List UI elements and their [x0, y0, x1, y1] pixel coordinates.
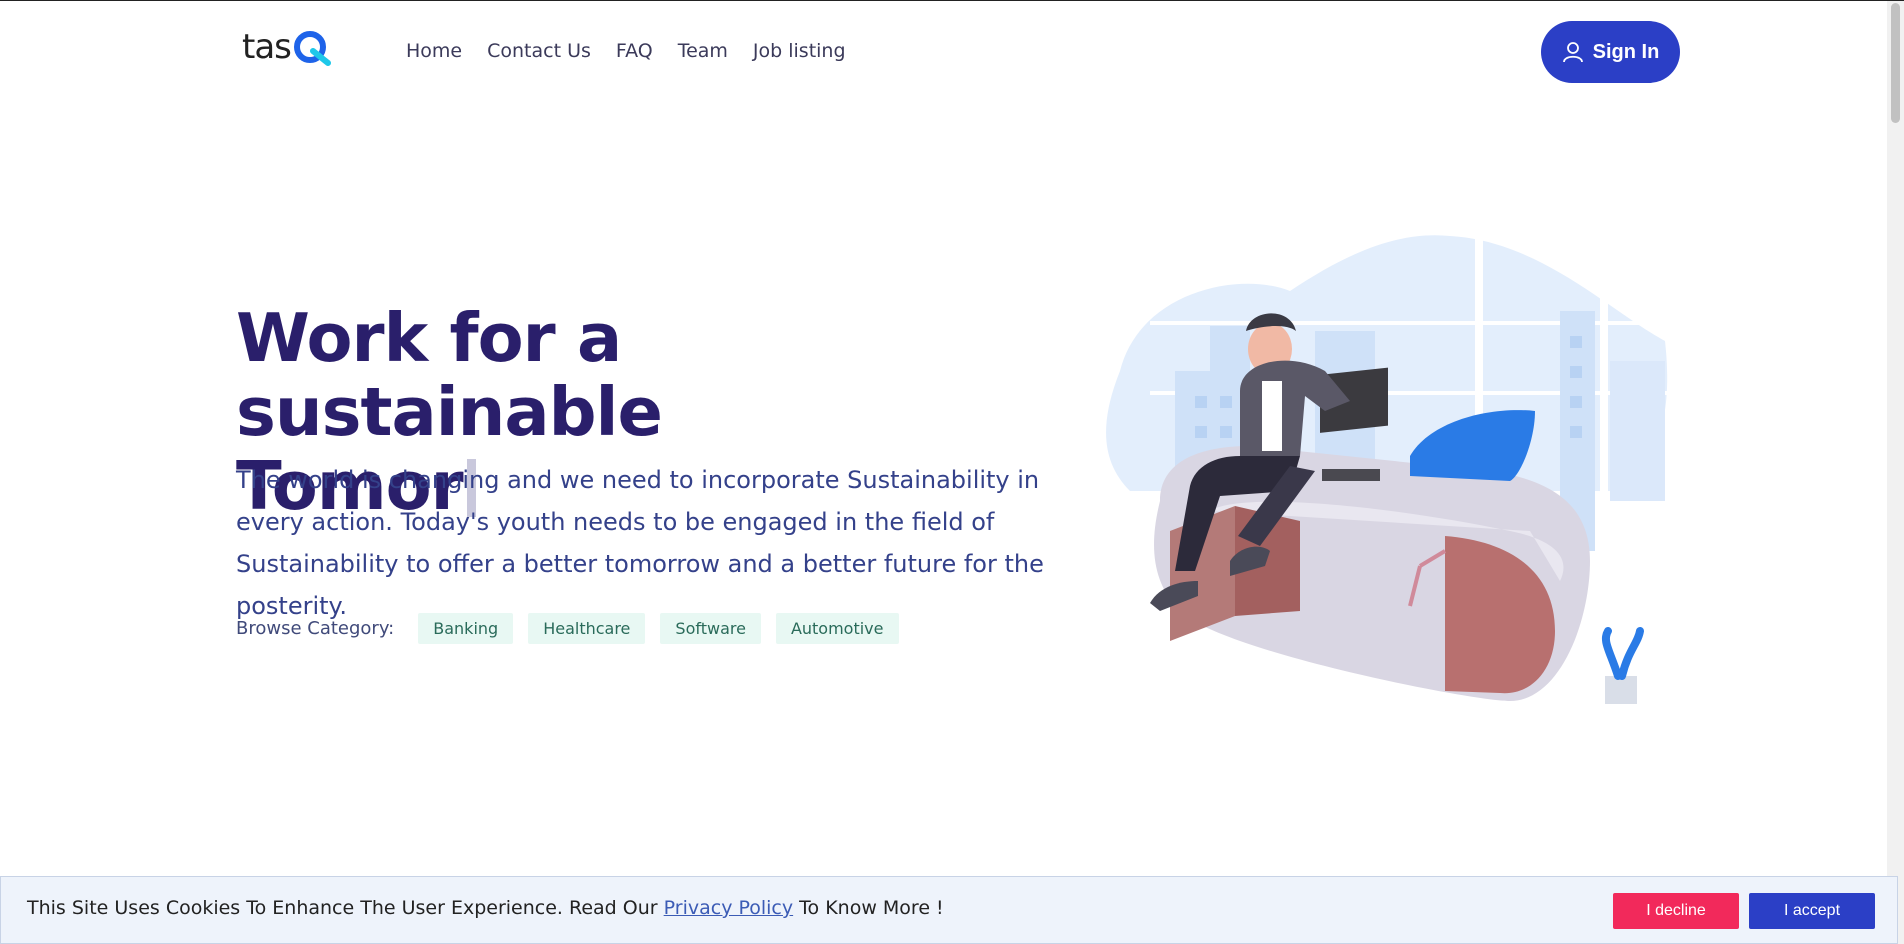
- logo[interactable]: tas: [242, 27, 332, 67]
- privacy-policy-link[interactable]: Privacy Policy: [664, 897, 793, 919]
- accept-button[interactable]: I accept: [1749, 893, 1875, 929]
- browse-category: Browse Category: Banking Healthcare Soft…: [236, 613, 914, 644]
- category-healthcare[interactable]: Healthcare: [528, 613, 646, 644]
- category-automotive[interactable]: Automotive: [775, 613, 899, 644]
- hero-illustration: [1106, 231, 1670, 704]
- category-software[interactable]: Software: [660, 613, 761, 644]
- user-icon: [1562, 42, 1583, 63]
- nav-team[interactable]: Team: [678, 37, 728, 65]
- scrollbar[interactable]: [1887, 1, 1904, 944]
- decline-button[interactable]: I decline: [1613, 893, 1739, 929]
- browse-label: Browse Category:: [236, 618, 395, 639]
- hero-title-line1: Work for a sustainable: [236, 299, 663, 451]
- hero-description: The world is changing and we need to inc…: [236, 466, 1044, 620]
- cookie-message: This Site Uses Cookies To Enhance The Us…: [27, 897, 658, 919]
- category-banking[interactable]: Banking: [418, 613, 514, 644]
- cookie-text: This Site Uses Cookies To Enhance The Us…: [27, 897, 944, 919]
- cookie-banner: This Site Uses Cookies To Enhance The Us…: [0, 876, 1898, 944]
- nav-faq[interactable]: FAQ: [616, 37, 653, 65]
- nav-home[interactable]: Home: [406, 37, 462, 65]
- nav-job-listing[interactable]: Job listing: [753, 37, 846, 65]
- site-header: tas Home Contact Us FAQ Team Job listing…: [0, 1, 1887, 101]
- logo-q-icon: [293, 31, 331, 66]
- logo-text: tas: [242, 27, 292, 67]
- nav-contact-us[interactable]: Contact Us: [487, 37, 591, 65]
- sign-in-button[interactable]: Sign In: [1541, 21, 1680, 83]
- main-nav: Home Contact Us FAQ Team Job listing: [406, 37, 871, 65]
- sign-in-label: Sign In: [1592, 40, 1660, 63]
- cookie-message-end: To Know More !: [799, 897, 944, 919]
- scrollbar-thumb[interactable]: [1891, 3, 1900, 123]
